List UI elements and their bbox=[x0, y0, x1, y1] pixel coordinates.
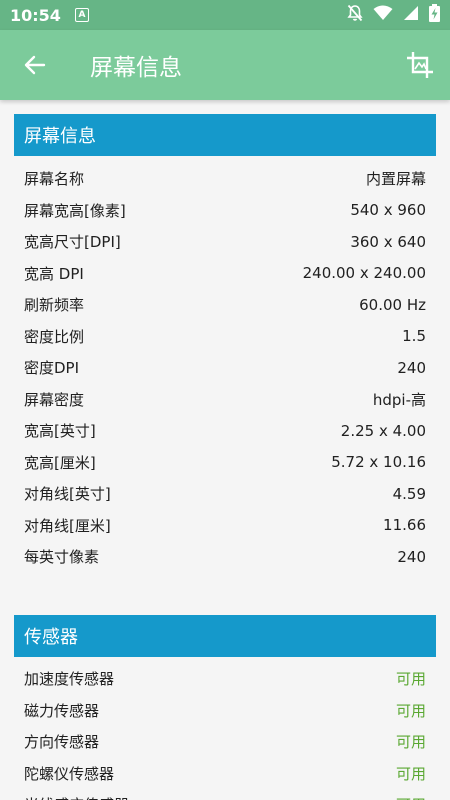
row-label: 磁力传感器 bbox=[24, 701, 100, 720]
row-label: 屏幕宽高[像素] bbox=[24, 201, 126, 220]
screenshot-button[interactable] bbox=[390, 30, 450, 100]
info-row: 陀螺仪传感器 可用 bbox=[24, 758, 426, 790]
row-label: 陀螺仪传感器 bbox=[24, 764, 115, 783]
section-header-sensors: 传感器 bbox=[14, 615, 436, 657]
row-value: 240.00 x 240.00 bbox=[302, 264, 426, 283]
row-value: 可用 bbox=[395, 701, 426, 720]
row-label: 密度比例 bbox=[24, 327, 85, 346]
info-row: 屏幕名称 内置屏幕 bbox=[24, 163, 426, 195]
battery-charging-icon bbox=[429, 4, 440, 26]
status-time: 10:54 bbox=[10, 5, 61, 25]
row-value: 4.59 bbox=[392, 484, 426, 503]
row-label: 屏幕名称 bbox=[24, 170, 85, 189]
row-label: 屏幕密度 bbox=[24, 390, 85, 409]
row-value: 240 bbox=[397, 547, 426, 566]
row-value: hdpi-高 bbox=[372, 390, 426, 409]
info-row: 屏幕宽高[像素] 540 x 960 bbox=[24, 195, 426, 227]
row-value: 540 x 960 bbox=[350, 201, 426, 220]
status-a-badge: A bbox=[74, 8, 89, 22]
crop-icon bbox=[407, 52, 433, 78]
row-label: 宽高[厘米] bbox=[24, 453, 96, 472]
row-value: 可用 bbox=[395, 670, 426, 689]
info-row: 每英寸像素 240 bbox=[24, 541, 426, 573]
row-label: 对角线[厘米] bbox=[24, 516, 111, 535]
row-value: 内置屏幕 bbox=[365, 170, 426, 189]
row-value: 可用 bbox=[395, 733, 426, 752]
status-bar: 10:54 A bbox=[0, 0, 450, 30]
info-row: 对角线[英寸] 4.59 bbox=[24, 478, 426, 510]
info-row: 刷新频率 60.00 Hz bbox=[24, 289, 426, 321]
content-scroll[interactable]: 屏幕信息 屏幕名称 内置屏幕屏幕宽高[像素] 540 x 960 宽高尺寸[DPI] 3… bbox=[0, 100, 450, 800]
row-label: 方向传感器 bbox=[24, 733, 100, 752]
row-label: 密度DPI bbox=[24, 359, 80, 378]
row-value: 1.5 bbox=[402, 327, 426, 346]
notifications-off-icon bbox=[347, 4, 363, 26]
row-label: 对角线[英寸] bbox=[24, 485, 111, 504]
info-row: 加速度传感器 可用 bbox=[24, 663, 426, 695]
info-row: 密度比例 1.5 bbox=[24, 321, 426, 353]
back-arrow-icon bbox=[24, 55, 46, 75]
row-label: 光线感应传感器 bbox=[24, 794, 129, 800]
info-row: 磁力传感器 可用 bbox=[24, 695, 426, 727]
row-value: 可用 bbox=[396, 794, 426, 800]
info-row: 方向传感器 可用 bbox=[24, 726, 426, 758]
app-bar: 屏幕信息 bbox=[0, 30, 450, 100]
cellular-signal-icon bbox=[403, 5, 419, 25]
row-value: 11.66 bbox=[383, 516, 426, 535]
wifi-icon bbox=[373, 5, 393, 25]
info-row: 屏幕密度 hdpi-高 bbox=[24, 384, 426, 416]
info-row: 密度DPI 240 bbox=[24, 352, 426, 384]
info-row: 光线感应传感器 可用 bbox=[24, 789, 426, 800]
status-icons bbox=[347, 4, 440, 26]
section-header-screen: 屏幕信息 bbox=[14, 114, 436, 156]
info-row: 宽高 DPI 240.00 x 240.00 bbox=[24, 258, 426, 290]
row-value: 可用 bbox=[395, 764, 426, 783]
info-row: 对角线[厘米] 11.66 bbox=[24, 510, 426, 542]
back-button[interactable] bbox=[0, 30, 70, 100]
row-value: 240 bbox=[397, 358, 426, 377]
row-label: 宽高尺寸[DPI] bbox=[24, 233, 121, 252]
row-label: 每英寸像素 bbox=[24, 548, 100, 567]
page-title: 屏幕信息 bbox=[90, 55, 182, 81]
row-value: 2.25 x 4.00 bbox=[340, 421, 426, 440]
row-label: 宽高[英寸] bbox=[24, 422, 96, 441]
row-label: 宽高 DPI bbox=[24, 264, 84, 283]
info-row: 宽高[厘米] 5.72 x 10.16 bbox=[24, 447, 426, 479]
row-label: 刷新频率 bbox=[24, 296, 85, 315]
info-row: 宽高[英寸] 2.25 x 4.00 bbox=[24, 415, 426, 447]
row-value: 360 x 640 bbox=[350, 232, 426, 251]
row-label: 加速度传感器 bbox=[24, 670, 115, 689]
row-value: 5.72 x 10.16 bbox=[331, 453, 426, 472]
row-value: 60.00 Hz bbox=[359, 295, 426, 314]
info-row: 宽高尺寸[DPI] 360 x 640 bbox=[24, 226, 426, 258]
